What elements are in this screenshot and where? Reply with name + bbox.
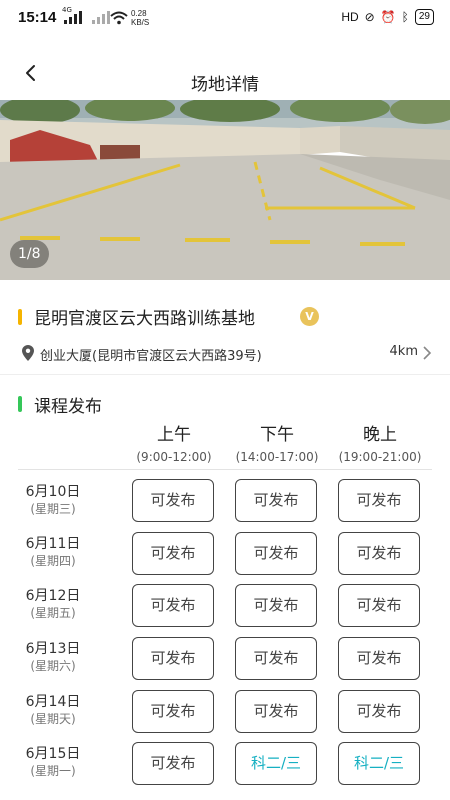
column-header-morning: 上午 (9:00-12:00) xyxy=(136,425,212,464)
slot-button[interactable]: 可发布 xyxy=(235,584,317,627)
battery-icon: 29 xyxy=(414,9,434,25)
status-time: 15:14 xyxy=(18,9,57,26)
schedule-row: 6月14日 (星期天) 可发布 可发布 可发布 xyxy=(0,690,450,743)
column-header-evening: 晚上 (19:00-21:00) xyxy=(338,425,422,464)
status-bar: 15:14 4G 0.28 KB/S HD ⊘ ⏰ ᛒ 29 xyxy=(0,0,450,36)
schedule-row: 6月12日 (星期五) 可发布 可发布 可发布 xyxy=(0,584,450,637)
day-label: 6月11日 (星期四) xyxy=(25,536,81,568)
venue-photo xyxy=(0,100,450,280)
schedule-row: 6月13日 (星期六) 可发布 可发布 可发布 xyxy=(0,637,450,690)
venue-photo-carousel[interactable] xyxy=(0,100,450,280)
slot-button[interactable]: 可发布 xyxy=(235,532,317,575)
net-speed: 0.28 KB/S xyxy=(131,9,150,27)
slot-button[interactable]: 可发布 xyxy=(132,742,214,785)
slot-button-booked[interactable]: 科二/三 xyxy=(235,742,317,785)
status-right: HD ⊘ ⏰ ᛒ 29 xyxy=(341,9,434,25)
slot-button[interactable]: 可发布 xyxy=(235,690,317,733)
slot-button[interactable]: 可发布 xyxy=(132,584,214,627)
venue-distance[interactable]: 4km xyxy=(390,344,418,359)
day-label: 6月15日 (星期一) xyxy=(25,746,81,778)
slot-button[interactable]: 可发布 xyxy=(132,532,214,575)
slot-button[interactable]: 可发布 xyxy=(338,690,420,733)
column-header-afternoon: 下午 (14:00-17:00) xyxy=(235,425,319,464)
slot-button[interactable]: 可发布 xyxy=(132,637,214,680)
vip-badge-icon: V xyxy=(300,307,319,326)
day-label: 6月13日 (星期六) xyxy=(25,641,81,673)
wifi-icon xyxy=(110,11,128,25)
slot-button[interactable]: 可发布 xyxy=(235,479,317,522)
venue-info: 昆明官渡区云大西路训练基地 V 创业大厦(昆明市官渡区云大西路39号) 4km xyxy=(0,280,450,375)
bluetooth-icon: ᛒ xyxy=(401,10,409,24)
venue-accent-bar xyxy=(18,309,22,325)
day-label: 6月12日 (星期五) xyxy=(25,588,81,620)
slot-button[interactable]: 可发布 xyxy=(132,479,214,522)
slot-button[interactable]: 可发布 xyxy=(338,637,420,680)
page-title: 场地详情 xyxy=(191,75,259,95)
hd-indicator: HD xyxy=(341,10,359,24)
chevron-right-icon[interactable] xyxy=(422,346,432,360)
schedule-row: 6月11日 (星期四) 可发布 可发布 可发布 xyxy=(0,532,450,585)
venue-name: 昆明官渡区云大西路训练基地 xyxy=(34,309,255,329)
section-title: 课程发布 xyxy=(34,397,102,417)
venue-address[interactable]: 创业大厦(昆明市官渡区云大西路39号) xyxy=(40,345,262,364)
slot-button-booked[interactable]: 科二/三 xyxy=(338,742,420,785)
slot-button[interactable]: 可发布 xyxy=(132,690,214,733)
slot-button[interactable]: 可发布 xyxy=(338,584,420,627)
section-accent-bar xyxy=(18,396,22,412)
alarm-icon: ⏰ xyxy=(380,10,396,24)
slot-button[interactable]: 可发布 xyxy=(338,479,420,522)
nav-header: 场地详情 xyxy=(0,36,450,100)
location-pin-icon xyxy=(22,345,34,361)
photo-counter: 1/8 xyxy=(10,240,49,268)
day-label: 6月14日 (星期天) xyxy=(25,694,81,726)
day-label: 6月10日 (星期三) xyxy=(25,484,81,516)
schedule-row: 6月10日 (星期三) 可发布 可发布 可发布 xyxy=(0,479,450,532)
header-divider xyxy=(18,469,432,470)
schedule-row: 6月15日 (星期一) 可发布 科二/三 科二/三 xyxy=(0,742,450,795)
mute-icon: ⊘ xyxy=(364,10,375,24)
slot-button[interactable]: 可发布 xyxy=(235,637,317,680)
slot-button[interactable]: 可发布 xyxy=(338,532,420,575)
network-type: 4G xyxy=(62,6,72,14)
